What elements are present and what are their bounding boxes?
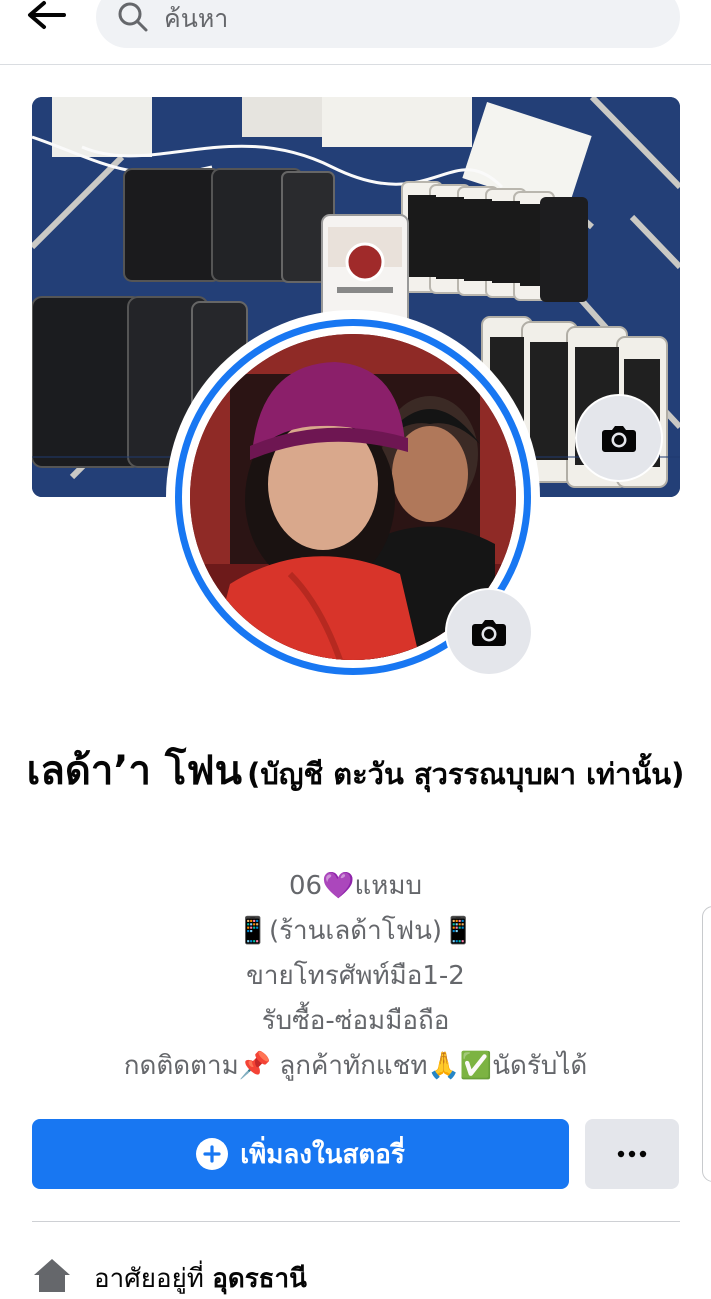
home-icon [34, 1259, 70, 1292]
profile-name: เลด้า’า โฟน (บัญชี ตะวัน สุวรรณบุบผา เท่… [20, 742, 691, 808]
bio-line: 📱(ร้านเลด้าโฟน)📱 [236, 916, 475, 946]
scroll-handle[interactable] [702, 906, 711, 1182]
add-to-story-button[interactable]: เพิ่มลงในสตอรี่ [32, 1119, 569, 1189]
profile-display-name: เลด้า’า โฟน [26, 748, 243, 794]
bio-line: กดติดตาม📌 ลูกค้าทักแชท🙏✅นัดรับได้ [123, 1051, 588, 1081]
search-input[interactable] [162, 0, 646, 36]
edit-profile-picture-button[interactable] [445, 588, 533, 676]
section-divider [32, 1221, 680, 1222]
camera-icon [472, 620, 506, 646]
add-to-story-label: เพิ่มลงในสตอรี่ [240, 1139, 405, 1170]
lives-in-place[interactable]: อุดรธานี [212, 1264, 307, 1294]
back-button[interactable] [20, 0, 72, 34]
arrow-left-icon [28, 1, 66, 29]
bio-line: ขายโทรศัพท์มือ1-2 [246, 961, 465, 991]
top-search-bar [0, 0, 711, 65]
profile-bio: 06💜แหมบ 📱(ร้านเลด้าโฟน)📱 ขายโทรศัพท์มือ1… [20, 864, 691, 1089]
plus-circle-icon [196, 1138, 229, 1170]
profile-alternate-name: (บัญชี ตะวัน สุวรรณบุบผา เท่านั้น) [247, 757, 685, 791]
more-options-button[interactable] [585, 1119, 679, 1189]
edit-cover-photo-button[interactable] [575, 394, 663, 482]
bio-line: 06💜แหมบ [289, 871, 422, 901]
bio-line: รับซื้อ-ซ่อมมือถือ [261, 1006, 450, 1036]
camera-icon [602, 426, 636, 452]
lives-in-prefix: อาศัยอยู่ที่ [94, 1264, 204, 1294]
search-box[interactable] [96, 0, 680, 48]
ellipsis-icon [617, 1150, 647, 1158]
search-icon [118, 2, 148, 32]
